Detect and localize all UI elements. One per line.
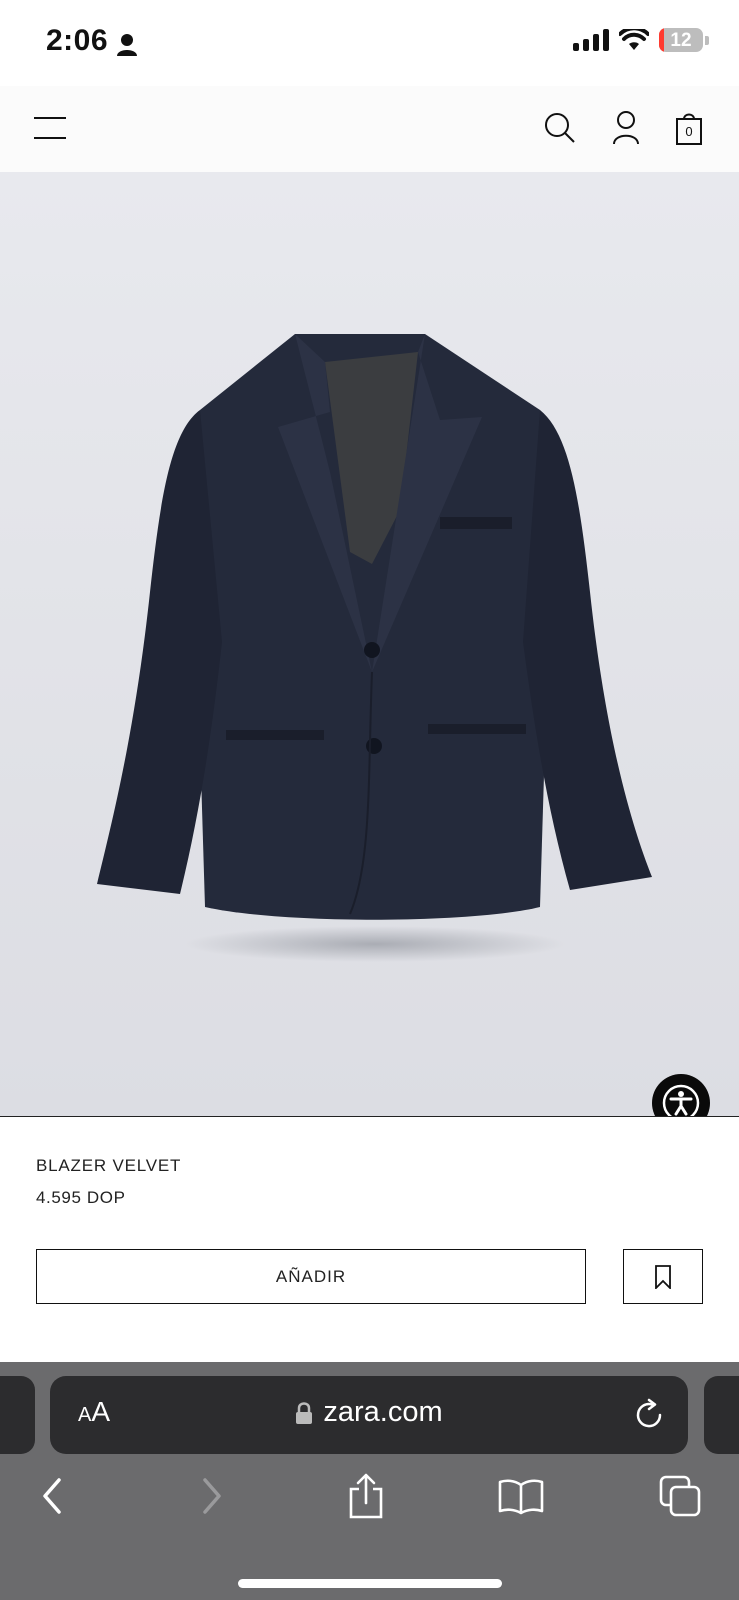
- add-to-bag-button[interactable]: AÑADIR: [36, 1249, 586, 1304]
- battery-nub: [705, 35, 709, 45]
- product-price: 4.595 DOP: [36, 1188, 126, 1207]
- share-icon: [349, 1473, 383, 1519]
- person-icon: [117, 34, 137, 56]
- status-bar: 2:06 12: [0, 0, 739, 86]
- back-button[interactable]: [28, 1472, 76, 1520]
- bookmarks-icon: [498, 1479, 544, 1515]
- previous-tab-preview[interactable]: [0, 1376, 35, 1454]
- save-button[interactable]: [623, 1249, 703, 1304]
- url-text: zara.com: [323, 1396, 443, 1428]
- menu-button[interactable]: [30, 108, 70, 148]
- battery-level: 12: [670, 30, 692, 51]
- search-icon: [545, 113, 575, 143]
- forward-button[interactable]: [188, 1472, 236, 1520]
- share-button[interactable]: [342, 1472, 390, 1520]
- home-indicator[interactable]: [238, 1579, 502, 1588]
- back-icon: [43, 1478, 61, 1514]
- account-icon: [613, 111, 639, 145]
- product-name: BLAZER VELVET: [36, 1156, 182, 1175]
- forward-icon: [203, 1478, 221, 1514]
- account-button[interactable]: [606, 106, 646, 150]
- bookmark-icon: [655, 1264, 671, 1289]
- status-indicators: 12: [573, 28, 709, 52]
- tabs-icon: [659, 1475, 701, 1517]
- next-tab-preview[interactable]: [704, 1376, 739, 1454]
- bag-count: 0: [685, 124, 693, 139]
- shopping-bag-button[interactable]: 0: [672, 106, 706, 150]
- browser-toolbar: AA zara.com: [0, 1362, 739, 1600]
- address-bar[interactable]: AA zara.com: [50, 1376, 688, 1454]
- tabs-button[interactable]: [656, 1472, 704, 1520]
- blazer-product-image: [97, 334, 652, 962]
- battery-icon: 12: [659, 28, 703, 52]
- wifi-icon: [619, 29, 649, 50]
- search-button[interactable]: [540, 108, 580, 148]
- bookmarks-button[interactable]: [497, 1472, 545, 1520]
- url-display[interactable]: zara.com: [50, 1396, 688, 1429]
- hamburger-menu-icon: [34, 117, 66, 139]
- accessibility-icon: [662, 1084, 700, 1116]
- site-header: 0: [0, 86, 739, 172]
- product-image[interactable]: [0, 172, 739, 1117]
- status-time: 2:06: [46, 24, 109, 57]
- lock-icon: [296, 1401, 313, 1424]
- reload-icon[interactable]: [632, 1398, 666, 1432]
- cellular-signal-icon: [573, 29, 609, 51]
